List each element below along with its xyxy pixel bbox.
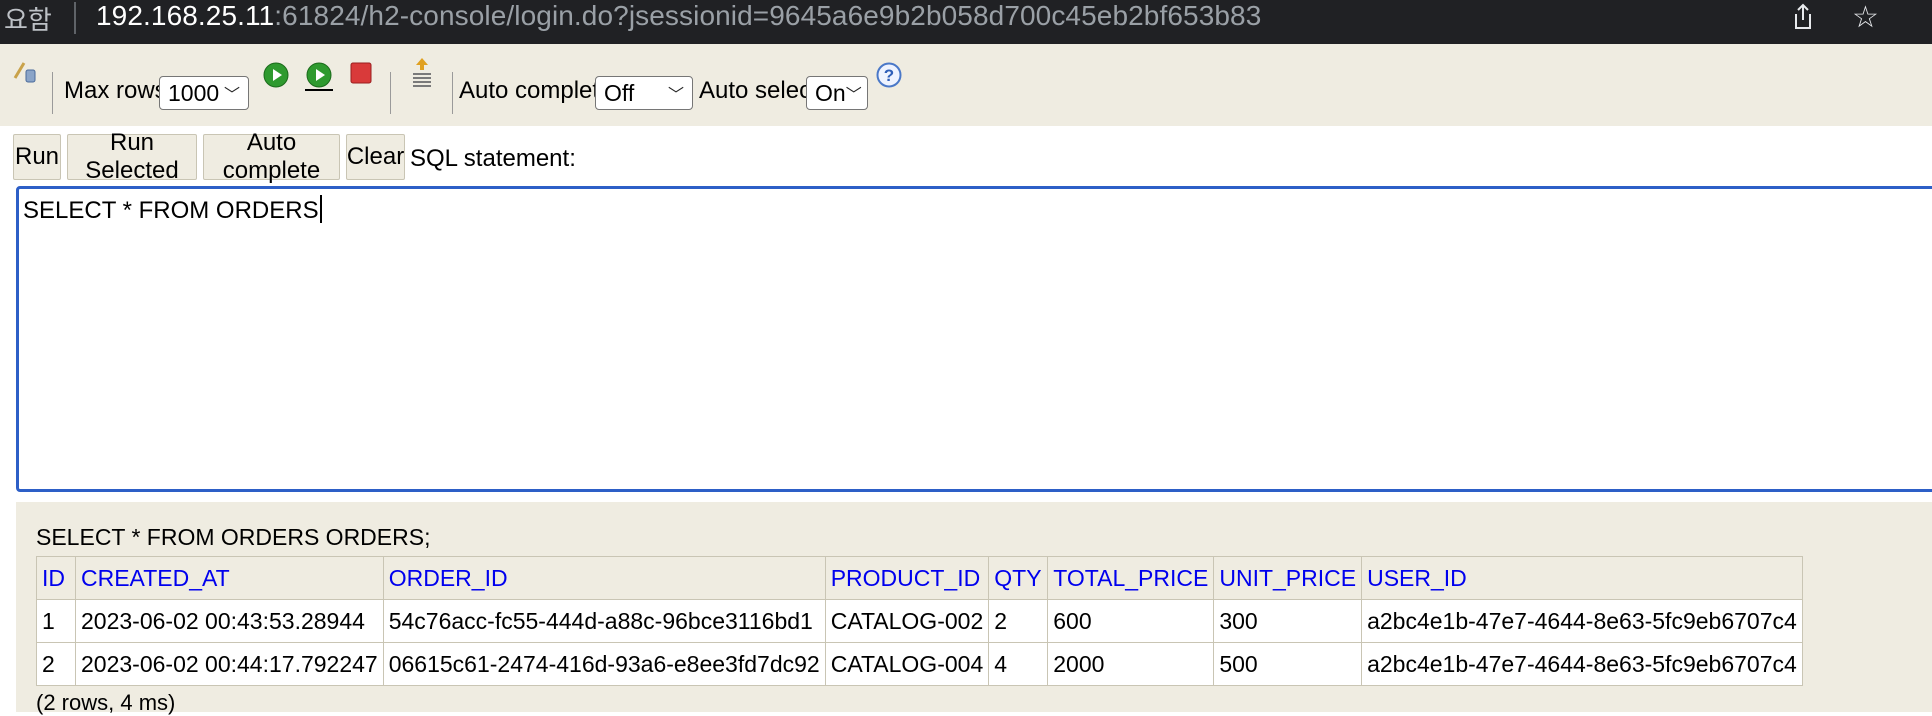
run-selected-button[interactable]: Run Selected — [67, 129, 197, 184]
result-table: ID CREATED_AT ORDER_ID PRODUCT_ID QTY TO… — [36, 556, 1803, 686]
url-path: :61824/h2-console/login.do?jsessionid=96… — [274, 0, 1262, 31]
cell-qty: 4 — [988, 642, 1049, 686]
column-header-product-id[interactable]: PRODUCT_ID — [824, 556, 990, 600]
cell-user-id: a2bc4e1b-47e7-4644-8e63-5fc9eb6707c4 — [1361, 642, 1803, 686]
table-row: 1 2023-06-02 00:43:53.28944 54c76acc-fc5… — [36, 599, 1803, 643]
max-rows-select[interactable]: 1000 ﹀ — [159, 76, 249, 110]
column-header-order-id[interactable]: ORDER_ID — [382, 556, 826, 600]
h2-toolbar: Max rows: 1000 ﹀ Auto complete Off ﹀ Aut… — [0, 44, 1932, 126]
auto-complete-button[interactable]: Auto complete — [203, 129, 340, 184]
cell-total-price: 2000 — [1047, 642, 1215, 686]
cell-id: 1 — [36, 599, 76, 643]
result-panel: SELECT * FROM ORDERS ORDERS; ID CREATED_… — [16, 502, 1932, 715]
url-field[interactable]: 192.168.25.11:61824/h2-console/login.do?… — [96, 0, 1261, 32]
executed-sql-echo: SELECT * FROM ORDERS ORDERS; — [36, 524, 431, 550]
cell-unit-price: 300 — [1213, 599, 1363, 643]
connect-icon[interactable] — [12, 60, 40, 88]
cell-user-id: a2bc4e1b-47e7-4644-8e63-5fc9eb6707c4 — [1361, 599, 1803, 643]
auto-select-label: Auto select — [699, 77, 818, 104]
column-header-created-at[interactable]: CREATED_AT — [75, 556, 384, 600]
cell-unit-price: 500 — [1213, 642, 1363, 686]
cell-order-id: 06615c61-2474-416d-93a6-e8ee3fd7dc92 — [382, 642, 826, 686]
run-icon[interactable] — [263, 62, 289, 88]
auto-complete-label: Auto complete — [459, 77, 613, 104]
cell-created-at: 2023-06-02 00:43:53.28944 — [75, 599, 384, 643]
auto-select-value: On — [815, 79, 846, 106]
clear-button[interactable]: Clear — [346, 134, 405, 180]
run-button[interactable]: Run — [13, 134, 61, 180]
max-rows-value: 1000 — [168, 79, 220, 106]
cell-qty: 2 — [988, 599, 1049, 643]
history-icon[interactable] — [410, 56, 434, 90]
column-header-id[interactable]: ID — [36, 556, 76, 600]
stop-icon[interactable] — [350, 62, 372, 84]
cell-order-id: 54c76acc-fc55-444d-a88c-96bce3116bd1 — [382, 599, 826, 643]
chevron-down-icon: ﹀ — [667, 87, 684, 104]
sql-statement-label: SQL statement: — [410, 145, 576, 172]
column-header-total-price[interactable]: TOTAL_PRICE — [1047, 556, 1215, 600]
auto-select-select[interactable]: On ﹀ — [806, 76, 868, 110]
result-summary: (2 rows, 4 ms) — [36, 690, 176, 715]
command-button-row: Run Run Selected Auto complete Clear SQL… — [0, 126, 1932, 186]
table-row: 2 2023-06-02 00:44:17.792247 06615c61-24… — [36, 642, 1803, 686]
browser-address-bar: 요함 192.168.25.11:61824/h2-console/login.… — [0, 0, 1932, 45]
text-caret — [319, 195, 322, 223]
toolbar-divider — [52, 72, 53, 114]
run-selected-icon[interactable] — [303, 62, 335, 92]
cell-product-id: CATALOG-004 — [824, 642, 990, 686]
share-icon[interactable] — [1788, 2, 1818, 32]
svg-text:?: ? — [884, 66, 894, 85]
cell-product-id: CATALOG-002 — [824, 599, 990, 643]
sql-editor[interactable]: SELECT * FROM ORDERS — [16, 186, 1932, 492]
chevron-down-icon: ﹀ — [845, 87, 862, 104]
help-icon[interactable]: ? — [876, 62, 902, 88]
max-rows-label: Max rows: — [64, 77, 174, 104]
cell-total-price: 600 — [1047, 599, 1215, 643]
cell-id: 2 — [36, 642, 76, 686]
auto-complete-select[interactable]: Off ﹀ — [595, 76, 693, 110]
auto-complete-value: Off — [604, 79, 635, 106]
cell-created-at: 2023-06-02 00:44:17.792247 — [75, 642, 384, 686]
address-divider — [74, 2, 76, 34]
column-header-unit-price[interactable]: UNIT_PRICE — [1213, 556, 1363, 600]
toolbar-divider — [452, 72, 453, 114]
column-header-user-id[interactable]: USER_ID — [1361, 556, 1803, 600]
sql-text: SELECT * FROM ORDERS — [23, 197, 319, 224]
bookmark-star-icon[interactable]: ☆ — [1852, 0, 1879, 35]
chevron-down-icon: ﹀ — [223, 87, 240, 104]
header-row: ID CREATED_AT ORDER_ID PRODUCT_ID QTY TO… — [36, 556, 1803, 600]
column-header-qty[interactable]: QTY — [988, 556, 1049, 600]
toolbar-divider — [390, 72, 391, 114]
tab-title-fragment: 요함 — [4, 5, 52, 35]
url-host: 192.168.25.11 — [96, 0, 275, 31]
